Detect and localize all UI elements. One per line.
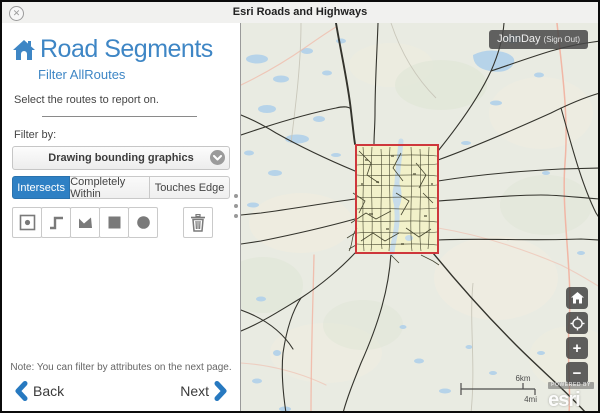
filter-mode-dropdown[interactable]: Drawing bounding graphics	[12, 146, 230, 170]
back-button[interactable]: Back	[14, 381, 69, 401]
filter-allroutes-link[interactable]: Filter AllRoutes	[38, 67, 240, 82]
tab-completely-within[interactable]: Completely Within	[69, 176, 150, 199]
home-button[interactable]	[566, 287, 588, 309]
house-icon	[12, 39, 36, 61]
circle-icon	[135, 214, 152, 231]
point-icon	[19, 214, 36, 231]
nav-row: Back Next	[14, 381, 228, 401]
draw-polygon-button[interactable]	[70, 207, 100, 238]
esri-logo: POWERED BY esri	[548, 374, 594, 410]
home-icon	[571, 292, 584, 304]
user-button[interactable]: JohnDay (Sign Out)	[489, 30, 588, 49]
draw-rectangle-button[interactable]	[99, 207, 129, 238]
rectangle-icon	[106, 214, 123, 231]
map-canvas[interactable]: JohnDay (Sign Out) + −	[241, 23, 598, 411]
dropdown-value: Drawing bounding graphics	[48, 152, 193, 164]
scale-mi-label: 4mi	[524, 395, 537, 403]
page-title: Road Segments	[40, 35, 213, 64]
user-name: JohnDay	[497, 33, 540, 45]
tab-touches-edge[interactable]: Touches Edge	[149, 176, 230, 199]
crosshair-icon	[570, 316, 585, 331]
chevron-right-icon	[214, 381, 228, 401]
filter-by-label: Filter by:	[14, 129, 240, 141]
tab-intersects[interactable]: Intersects	[12, 176, 70, 199]
next-label: Next	[180, 383, 209, 399]
locate-button[interactable]	[566, 312, 588, 334]
basemap	[241, 23, 598, 411]
scale-bar: 6km 4mi	[459, 373, 541, 403]
chevron-down-icon[interactable]	[210, 150, 225, 165]
powered-by-label: POWERED BY	[548, 382, 594, 389]
trash-icon	[190, 214, 206, 232]
back-label: Back	[33, 383, 64, 399]
divider	[42, 116, 197, 117]
title-bar: ✕ Esri Roads and Highways	[2, 2, 598, 24]
draw-point-button[interactable]	[12, 207, 42, 238]
chevron-left-icon	[14, 381, 28, 401]
draw-polyline-button[interactable]	[41, 207, 71, 238]
draw-tools	[12, 207, 240, 238]
app-window: ✕ Esri Roads and Highways Road Segments …	[0, 0, 600, 413]
zoom-in-button[interactable]: +	[566, 337, 588, 359]
note-text: Note: You can filter by attributes on th…	[2, 362, 240, 373]
map-controls: + −	[566, 287, 588, 384]
polygon-icon	[77, 214, 94, 231]
panel-description: Select the routes to report on.	[14, 94, 240, 106]
polyline-icon	[48, 214, 65, 231]
sign-out-link[interactable]: (Sign Out)	[544, 35, 580, 44]
filter-panel: Road Segments Filter AllRoutes Select th…	[2, 23, 241, 411]
scale-km-label: 6km	[515, 374, 530, 383]
spatial-relation-tabs: Intersects Completely Within Touches Edg…	[12, 176, 230, 199]
esri-brand: esri	[548, 389, 580, 411]
panel-header: Road Segments	[12, 35, 240, 64]
panel-resize-handle[interactable]	[232, 194, 240, 224]
window-title: Esri Roads and Highways	[2, 6, 598, 18]
next-button[interactable]: Next	[175, 381, 228, 401]
draw-circle-button[interactable]	[128, 207, 158, 238]
delete-graphics-button[interactable]	[183, 207, 213, 238]
